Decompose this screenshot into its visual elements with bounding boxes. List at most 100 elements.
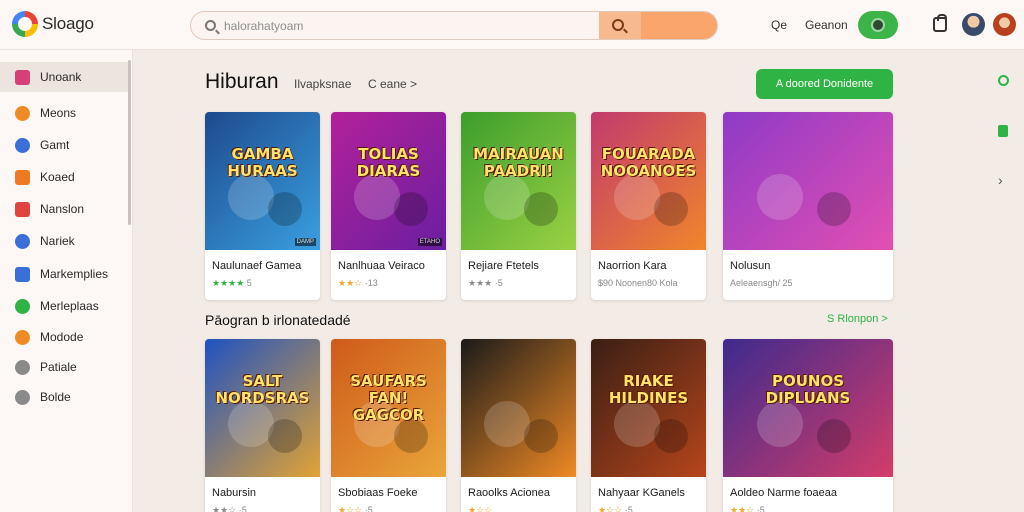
tab-explore[interactable]: Ilvapksnae <box>294 77 351 91</box>
game-rating: ★★☆ ·13 <box>338 278 378 289</box>
game-cover-image[interactable]: SALT NORDSRAS <box>205 339 320 477</box>
game-cover-image[interactable]: SAUFARS FAN! GAGCOR <box>331 339 446 477</box>
game-title[interactable]: Nanlhuaa Veiraco <box>338 260 425 272</box>
game-title[interactable]: Nahyaar KGanels <box>598 487 685 499</box>
game-cover-image[interactable]: MAIRAUAN PAADRI! <box>461 112 576 250</box>
see-more-link[interactable]: S Rlonpon > <box>827 313 888 325</box>
game-cover-image[interactable]: GAMBA HURAAS DAMP <box>205 112 320 250</box>
figure-icon <box>15 233 30 249</box>
game-card[interactable]: Nolusun Aeleaensgh/ 25 <box>723 112 893 300</box>
search-button[interactable] <box>599 12 717 39</box>
download-icon[interactable] <box>998 125 1008 137</box>
circle-icon <box>15 105 30 121</box>
sidebar-item[interactable]: Nariek <box>0 226 128 256</box>
top-link-qe[interactable]: Qe <box>771 18 787 32</box>
cover-decoration <box>654 192 689 227</box>
search-icon <box>612 19 624 31</box>
game-title[interactable]: Nabursin <box>212 487 256 499</box>
cover-decoration <box>614 174 660 221</box>
circle-icon <box>15 298 30 314</box>
game-cover-image[interactable] <box>723 112 893 250</box>
top-link-account[interactable]: Geanon <box>805 18 848 32</box>
sidebar-item[interactable]: Patiale <box>0 352 128 382</box>
cover-decoration <box>816 192 851 227</box>
rating-count: ·5 <box>756 505 765 512</box>
sidebar-item[interactable]: Nanslon <box>0 194 128 224</box>
game-rating: ★★★★ 5 <box>212 278 252 289</box>
game-card[interactable]: FOUARADA NOOANOES Naorrion Kara $90 Noone… <box>591 112 706 300</box>
game-title[interactable]: Naorrion Kara <box>598 260 666 272</box>
avatar[interactable] <box>962 13 985 36</box>
cover-decoration <box>228 401 274 448</box>
sidebar-item[interactable]: Modode <box>0 322 128 352</box>
sidebar-item-label: Bolde <box>40 390 71 404</box>
chevron-right-icon[interactable]: › <box>998 172 1003 188</box>
rating-count: $90 Noonen80 Kola <box>598 278 678 288</box>
cover-decoration <box>354 174 400 221</box>
game-cover-image[interactable]: RIAKE HILDINES <box>591 339 706 477</box>
sidebar-item[interactable]: Markemplies <box>0 259 128 289</box>
game-card[interactable]: TOLIAS DIARAS ETAHO Nanlhuaa Veiraco ★★☆ ·1… <box>331 112 446 300</box>
game-rating: ★★★ ·5 <box>468 278 503 289</box>
cover-title-art: FOUARADA NOOANOES <box>600 145 697 180</box>
sidebar-scrollbar[interactable] <box>128 60 131 225</box>
rating-stars: ★☆☆ <box>598 505 623 512</box>
cover-decoration <box>524 192 559 227</box>
shopping-bag-icon[interactable] <box>933 14 947 32</box>
circle-icon <box>15 389 30 405</box>
rating-stars: ★★☆ <box>730 505 755 512</box>
game-title[interactable]: Aoldeo Narme foaeaa <box>730 487 837 499</box>
profile-avatar[interactable] <box>993 13 1016 36</box>
game-card[interactable]: POUNOS DIPLUANS Aoldeo Narme foaeaa ★★☆ ·5 <box>723 339 893 512</box>
game-rating: Aeleaensgh/ 25 <box>730 278 793 288</box>
cover-title-art: TOLIAS DIARAS <box>356 145 421 180</box>
game-rating: ★★☆ ·5 <box>730 505 765 512</box>
camera-toggle-button[interactable] <box>858 11 898 39</box>
game-cover-image[interactable] <box>461 339 576 477</box>
cover-title-art: SALT NORDSRAS <box>215 372 310 407</box>
game-card[interactable]: RIAKE HILDINES Nahyaar KGanels ★☆☆ ·5 <box>591 339 706 512</box>
game-rating: ★☆☆ ·5 <box>338 505 373 512</box>
search-input[interactable] <box>224 12 584 39</box>
game-title[interactable]: Sbobiaas Foeke <box>338 487 418 499</box>
square-icon <box>15 201 30 217</box>
game-cover-image[interactable]: POUNOS DIPLUANS <box>723 339 893 477</box>
rating-count: ·5 <box>624 505 633 512</box>
game-rating: ★☆☆ ·5 <box>598 505 633 512</box>
sidebar-item[interactable]: Bolde <box>0 382 128 412</box>
game-card[interactable]: Raoolks Acionea ★☆☆ <box>461 339 576 512</box>
coin-icon <box>15 137 30 153</box>
status-icon[interactable] <box>998 75 1009 86</box>
sidebar-item[interactable]: Merleplaas <box>0 291 128 321</box>
rating-count: 5 <box>246 278 252 288</box>
tab-games[interactable]: C eane > <box>368 77 417 91</box>
rating-stars: ★★☆ <box>212 505 237 512</box>
game-rating: ★☆☆ <box>468 505 492 512</box>
sidebar-item[interactable]: Koaed <box>0 162 128 192</box>
game-title[interactable]: Nolusun <box>730 260 770 272</box>
game-cover-image[interactable]: FOUARADA NOOANOES <box>591 112 706 250</box>
sidebar-item-label: Patiale <box>40 360 77 374</box>
sidebar: Unoank Meons Gamt Koaed Nanslon Nariek Markemp… <box>0 50 133 512</box>
section-title: Pāogran b irlonatedadé <box>205 312 351 328</box>
game-cover-image[interactable]: TOLIAS DIARAS ETAHO <box>331 112 446 250</box>
game-card[interactable]: SALT NORDSRAS Nabursin ★★☆ ·5 <box>205 339 320 512</box>
game-card[interactable]: MAIRAUAN PAADRI! Rejiare Ftetels ★★★ ·5 <box>461 112 576 300</box>
game-title[interactable]: Rejiare Ftetels <box>468 260 539 272</box>
game-title[interactable]: Naulunaef Gamea <box>212 260 301 272</box>
game-title[interactable]: Raoolks Acionea <box>468 487 550 499</box>
cover-decoration <box>268 419 303 454</box>
sidebar-item[interactable]: Unoank <box>0 62 128 92</box>
wrench-icon <box>15 359 30 375</box>
sidebar-item[interactable]: Gamt <box>0 130 128 160</box>
app-logo[interactable]: Sloago <box>12 11 94 37</box>
game-card[interactable]: SAUFARS FAN! GAGCOR Sbobiaas Foeke ★☆☆ ·5 <box>331 339 446 512</box>
rating-count: ·5 <box>364 505 373 512</box>
sidebar-item-label: Merleplaas <box>40 299 99 313</box>
add-download-button[interactable]: A doored Donidente <box>756 69 893 99</box>
cover-tag: DAMP <box>294 238 316 246</box>
sidebar-item[interactable]: Meons <box>0 98 128 128</box>
rating-count: ·5 <box>238 505 247 512</box>
rating-count: ·5 <box>494 278 503 288</box>
game-card[interactable]: GAMBA HURAAS DAMP Naulunaef Gamea ★★★★ 5 <box>205 112 320 300</box>
